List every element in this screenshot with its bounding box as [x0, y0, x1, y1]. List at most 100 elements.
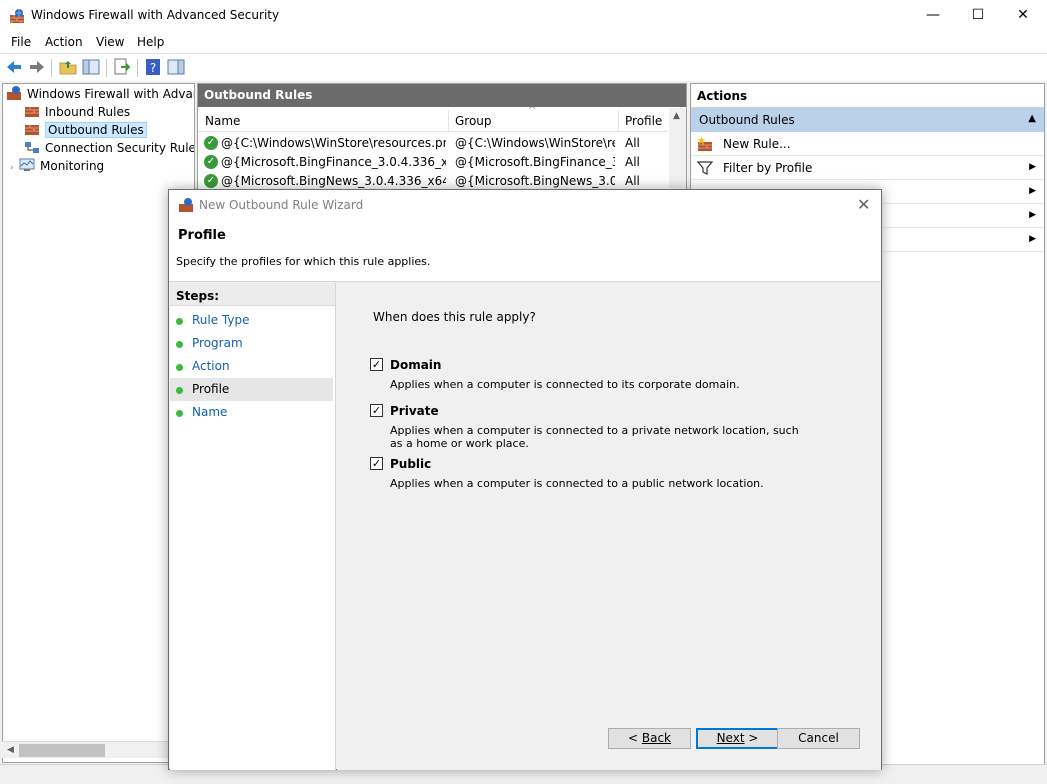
next-button-label: Next	[716, 731, 745, 745]
dialog-title: New Outbound Rule Wizard	[199, 198, 364, 212]
domain-checkbox[interactable]: ✓	[370, 358, 383, 371]
scroll-up-icon[interactable]: ▲	[673, 111, 680, 121]
step-status-dot-icon	[176, 318, 183, 325]
console-tree: Windows Firewall with Advance Inbound Ru…	[2, 83, 195, 763]
rule-group: @{Microsoft.BingFinance_3....	[455, 155, 615, 169]
menu-view[interactable]: View	[96, 35, 124, 49]
dialog-title-bar: New Outbound Rule Wizard ✕	[169, 190, 881, 220]
tree-horizontal-scrollbar[interactable]: ◀	[2, 741, 195, 758]
public-label[interactable]: Public	[390, 457, 431, 471]
show-hide-tree-icon[interactable]	[81, 57, 101, 77]
step-rule-type[interactable]: Rule Type	[170, 309, 333, 332]
svg-text:?: ?	[150, 61, 156, 75]
rule-name: @{Microsoft.BingNews_3.0.4.336_x64__8...	[221, 174, 446, 188]
wizard-content: When does this rule apply? ✓ Domain Appl…	[337, 283, 881, 770]
action-new-rule[interactable]: New Rule...	[691, 132, 1044, 156]
scroll-left-icon[interactable]: ◀	[2, 742, 19, 759]
column-separator[interactable]	[618, 110, 619, 132]
column-header-group[interactable]: Group	[455, 114, 492, 128]
tree-item-inbound-rules[interactable]: Inbound Rules	[24, 103, 130, 121]
private-label[interactable]: Private	[390, 404, 439, 418]
submenu-arrow-icon: ▶	[1029, 186, 1036, 196]
scrollbar-thumb[interactable]	[19, 744, 105, 757]
actions-title: Actions	[691, 84, 1044, 108]
public-checkbox[interactable]: ✓	[370, 457, 383, 470]
public-description: Applies when a computer is connected to …	[390, 477, 764, 490]
firewall-app-icon	[179, 198, 193, 212]
step-status-dot-icon	[176, 341, 183, 348]
dialog-close-button[interactable]: ✕	[857, 195, 870, 214]
step-label: Profile	[192, 382, 230, 396]
tree-root-label: Windows Firewall with Advance	[27, 87, 194, 101]
submenu-arrow-icon: ▶	[1029, 234, 1036, 244]
monitoring-icon	[19, 158, 35, 171]
step-profile[interactable]: Profile	[170, 378, 333, 401]
submenu-arrow-icon: ▶	[1029, 162, 1036, 172]
next-button[interactable]: Next >	[696, 728, 779, 749]
column-separator[interactable]	[448, 110, 449, 132]
domain-label[interactable]: Domain	[390, 358, 441, 372]
action-label: New Rule...	[723, 137, 791, 151]
up-folder-icon[interactable]	[58, 57, 78, 77]
step-name[interactable]: Name	[170, 401, 333, 424]
menu-help[interactable]: Help	[137, 35, 164, 49]
wizard-steps-panel: Steps: Rule Type Program Action Profile …	[170, 283, 336, 770]
back-button[interactable]: < Back	[608, 728, 691, 749]
rule-profile: All	[625, 155, 640, 169]
step-status-dot-icon	[176, 387, 183, 394]
rule-group: @{C:\Windows\WinStore\re...	[455, 136, 615, 150]
forward-arrow-icon[interactable]	[27, 57, 47, 77]
column-header-profile[interactable]: Profile	[625, 114, 662, 128]
menu-action[interactable]: Action	[45, 35, 83, 49]
actions-group-label: Outbound Rules	[699, 113, 795, 127]
show-action-pane-icon[interactable]	[166, 57, 186, 77]
collapse-arrow-icon[interactable]: ▲	[1028, 113, 1036, 124]
column-header-name[interactable]: Name	[205, 114, 240, 128]
expand-chevron-icon[interactable]: ›	[10, 159, 19, 177]
tree-item-outbound-rules[interactable]: Outbound Rules	[24, 121, 147, 139]
action-filter-by-profile[interactable]: Filter by Profile ▶	[691, 156, 1044, 180]
tree-item-label: Inbound Rules	[45, 105, 131, 119]
toolbar-separator	[106, 59, 107, 77]
cancel-button[interactable]: Cancel	[777, 728, 860, 749]
private-checkbox[interactable]: ✓	[370, 404, 383, 417]
rule-enabled-check-icon: ✓	[204, 174, 218, 188]
close-button[interactable]: ✕	[1000, 0, 1046, 31]
toolbar-separator	[51, 59, 52, 77]
dialog-header: Profile Specify the profiles for which t…	[169, 220, 881, 282]
minimize-button[interactable]: —	[910, 0, 956, 31]
rules-vertical-scrollbar[interactable]: ▲	[669, 108, 686, 188]
step-action[interactable]: Action	[170, 355, 333, 378]
dialog-subheading: Specify the profiles for which this rule…	[176, 255, 431, 268]
tree-root[interactable]: Windows Firewall with Advance	[6, 85, 194, 103]
step-label: Action	[192, 359, 230, 373]
tree-item-monitoring[interactable]: › Monitoring	[10, 157, 104, 175]
rule-name: @{Microsoft.BingFinance_3.0.4.336_x64__.…	[221, 155, 446, 169]
rule-enabled-check-icon: ✓	[204, 155, 218, 169]
help-icon[interactable]: ?	[143, 57, 163, 77]
actions-group-outbound-rules[interactable]: Outbound Rules ▲	[691, 108, 1044, 132]
step-program[interactable]: Program	[170, 332, 333, 355]
table-row[interactable]: ✓ @{C:\Windows\WinStore\resources.pri?..…	[198, 134, 668, 153]
tree-item-connection-security-rules[interactable]: Connection Security Rules	[24, 139, 194, 157]
rule-group: @{Microsoft.BingNews_3.0....	[455, 174, 615, 188]
title-bar: Windows Firewall with Advanced Security …	[0, 0, 1047, 31]
rules-pane-header: Outbound Rules	[198, 84, 686, 107]
steps-title: Steps:	[170, 283, 335, 306]
window-title: Windows Firewall with Advanced Security	[31, 8, 280, 22]
rule-profile: All	[625, 136, 640, 150]
rule-name: @{C:\Windows\WinStore\resources.pri?...	[221, 136, 446, 150]
tree-item-label: Outbound Rules	[45, 122, 147, 138]
step-status-dot-icon	[176, 410, 183, 417]
step-label: Rule Type	[192, 313, 250, 327]
action-label: Filter by Profile	[723, 161, 813, 175]
table-row[interactable]: ✓ @{Microsoft.BingFinance_3.0.4.336_x64_…	[198, 153, 668, 172]
sort-ascending-icon: ^	[528, 105, 537, 116]
export-list-icon[interactable]	[112, 57, 132, 77]
dialog-heading: Profile	[178, 228, 226, 243]
menu-file[interactable]: File	[11, 35, 31, 49]
menu-bar: File Action View Help	[0, 31, 1047, 53]
maximize-button[interactable]: ☐	[955, 0, 1001, 31]
tree-item-label: Monitoring	[40, 159, 105, 173]
back-arrow-icon[interactable]	[4, 57, 24, 77]
